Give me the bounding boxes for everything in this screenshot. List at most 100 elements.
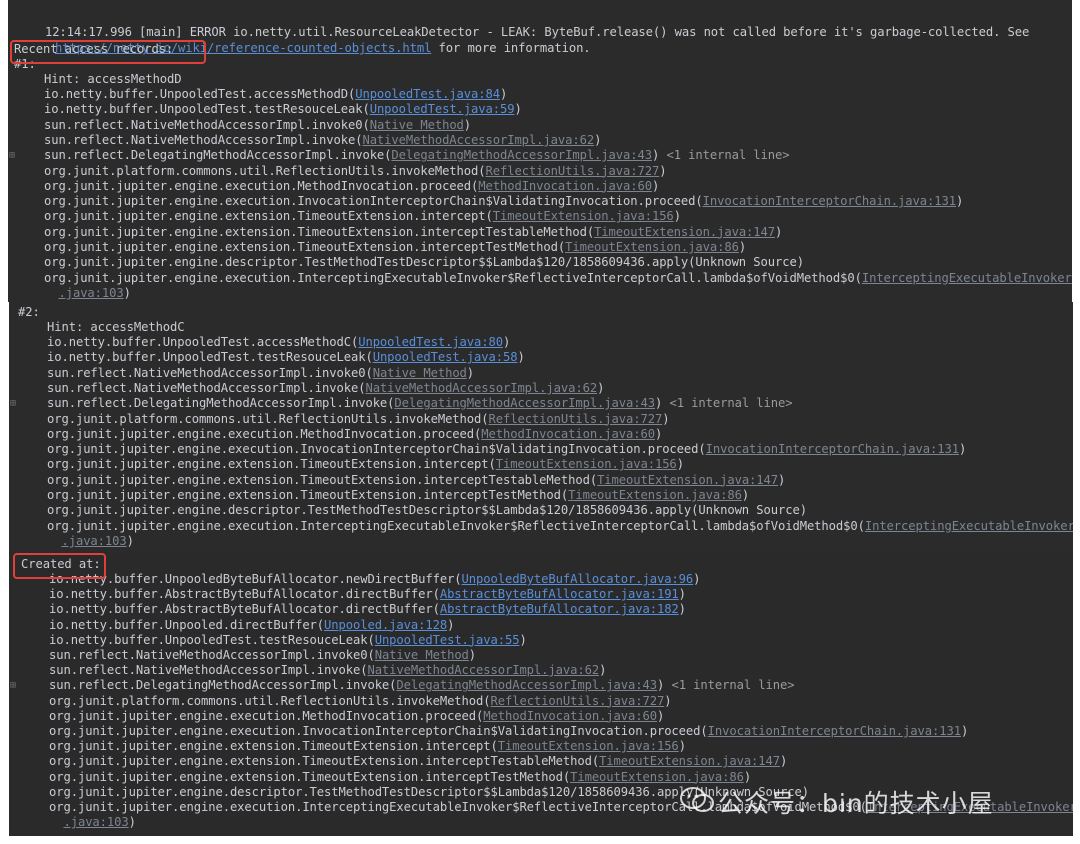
source-file-link[interactable]: MethodInvocation.java:60 [483,709,657,723]
expand-fold-icon[interactable]: ⊞ [9,148,15,163]
stack-frame-method: io.netty.buffer.UnpooledTest.testResouce… [47,350,373,365]
source-file-link[interactable]: UnpooledTest.java:58 [373,350,518,364]
stack-frame-method: org.junit.jupiter.engine.execution.Metho… [49,708,484,723]
source-file-link[interactable]: .java:103 [61,534,126,548]
source-file-link[interactable]: ReflectionUtils.java:727 [486,164,660,178]
stack-frame-method: org.junit.jupiter.engine.extension.Timeo… [47,488,569,502]
source-file-link[interactable]: ReflectionUtils.java:727 [489,412,663,426]
source-file-link[interactable]: AbstractByteBufAllocator.java:182 [440,602,679,616]
stack-frame-suffix: ) [599,663,607,678]
watermark-text: 公众号：bin的技术小屋 [718,789,994,818]
stack-frame-line: ⊞ sun.reflect.DelegatingMethodAccessorImp… [10,396,793,411]
stack-frame-line: org.junit.platform.commons.util.Reflecti… [47,412,670,427]
stack-frame-method: io.netty.buffer.UnpooledTest.testResouce… [44,102,370,117]
expand-fold-icon[interactable]: ⊞ [10,396,16,411]
stack-frame-suffix: ) [519,632,527,647]
source-file-link[interactable]: Unpooled.java:128 [324,618,447,632]
stack-frame-method: org.junit.platform.commons.util.Reflecti… [49,693,491,708]
stack-frame-suffix: ) [659,163,667,178]
source-file-link[interactable]: InvocationInterceptorChain.java:131 [706,442,959,456]
source-file-link[interactable]: MethodInvocation.java:60 [481,427,655,441]
stack-frame-line: io.netty.buffer.UnpooledByteBufAllocator… [49,572,701,587]
stack-frame-method: io.netty.buffer.Unpooled.directBuffer( [49,617,325,632]
source-file-link[interactable]: .java:103 [58,286,123,300]
source-file-link[interactable]: TimeoutExtension.java:156 [496,457,677,471]
internal-line-hint[interactable]: <1 internal line> [662,396,792,410]
stack-frame-suffix: ) [499,87,508,101]
stack-frame-suffix: ) [741,488,750,502]
expand-fold-icon[interactable]: ⊞ [10,678,16,693]
source-file-link[interactable]: TimeoutExtension.java:147 [599,754,780,768]
stack-frame-suffix: ) [594,132,602,147]
internal-line-hint[interactable]: <1 internal line> [659,148,789,162]
stack-frame-line: org.junit.platform.commons.util.Reflecti… [49,693,672,709]
stack-frame-method: org.junit.jupiter.engine.extension.Timeo… [44,240,566,254]
stack-frame-line: ⊞ sun.reflect.DelegatingMethodAccessorImp… [9,148,790,163]
source-file-link[interactable]: UnpooledTest.java:55 [375,633,520,647]
stack-frame-suffix: ) [468,648,477,662]
stack-frame-suffix: ) [693,572,701,586]
source-file-link[interactable]: TimeoutExtension.java:86 [568,488,742,502]
source-file-link[interactable]: InterceptingExecutableInvoker [865,519,1073,533]
source-file-link[interactable]: Native Method [375,648,469,662]
source-file-link[interactable]: InterceptingExecutableInvoker [862,271,1072,285]
stack-frame-line: io.netty.buffer.AbstractByteBufAllocator… [49,587,686,602]
internal-line-hint[interactable]: <1 internal line> [664,678,794,692]
stack-frame-line: org.junit.jupiter.engine.descriptor.Test… [47,503,807,518]
stack-frame-line: org.junit.jupiter.engine.extension.Timeo… [47,488,749,503]
recent-access-label: Recent access records: [14,42,174,56]
stack-frame-method: org.junit.jupiter.engine.extension.Timeo… [44,224,595,239]
stack-frame-method: org.junit.jupiter.engine.extension.Timeo… [49,754,600,769]
stack-frame-line: org.junit.jupiter.engine.execution.Inter… [44,271,1072,286]
stack-frame-suffix: ) [123,285,131,300]
stack-frame-line: io.netty.buffer.Unpooled.directBuffer(Un… [49,618,454,633]
stack-frame-line: .java:103) [47,534,133,549]
stack-frame-line: io.netty.buffer.UnpooledTest.testResouce… [47,350,525,365]
source-file-link[interactable]: InvocationInterceptorChain.java:131 [708,724,961,738]
stack-frame-suffix: ) [447,617,455,632]
source-file-link[interactable]: DelegatingMethodAccessorImpl.java:43 [391,148,652,162]
stack-frame-line: org.junit.jupiter.engine.execution.Metho… [44,179,659,194]
stack-frame-suffix: ) [678,602,686,617]
stack-frame-line: org.junit.jupiter.engine.execution.Invoc… [49,724,968,739]
source-file-link[interactable]: NativeMethodAccessorImpl.java:62 [367,663,599,677]
source-file-link[interactable]: UnpooledByteBufAllocator.java:96 [462,572,694,586]
source-file-link[interactable]: TimeoutExtension.java:147 [597,473,778,487]
stack-frame-line: org.junit.jupiter.engine.execution.Metho… [47,427,662,442]
source-file-link[interactable]: NativeMethodAccessorImpl.java:62 [365,381,597,395]
source-file-link[interactable]: NativeMethodAccessorImpl.java:62 [362,133,594,147]
source-file-link[interactable]: TimeoutExtension.java:156 [493,209,674,223]
stack-frame-method: io.netty.buffer.UnpooledByteBufAllocator… [49,572,462,586]
source-file-link[interactable]: ReflectionUtils.java:727 [491,694,665,708]
stack-frame-method: org.junit.jupiter.engine.extension.Timeo… [49,739,498,754]
source-file-link[interactable]: DelegatingMethodAccessorImpl.java:43 [396,678,657,692]
source-file-link[interactable]: DelegatingMethodAccessorImpl.java:43 [394,396,655,410]
source-file-link[interactable]: Native Method [370,118,464,132]
source-file-link[interactable]: UnpooledTest.java:80 [358,335,503,349]
source-file-link[interactable]: MethodInvocation.java:60 [478,179,652,193]
stack-frame-method: org.junit.jupiter.engine.extension.Timeo… [49,769,571,784]
source-file-link[interactable]: InvocationInterceptorChain.java:131 [703,194,956,208]
stack-frame-suffix: ) [502,335,511,349]
source-file-link[interactable]: AbstractByteBufAllocator.java:191 [440,587,679,601]
stack-frame-method: org.junit.jupiter.engine.execution.Metho… [44,178,479,193]
source-file-link[interactable]: UnpooledTest.java:84 [355,87,500,101]
source-file-link[interactable]: .java:103 [63,815,128,829]
stack-frame-method [44,286,58,300]
stack-frame-suffix: ) [656,708,665,723]
stack-frame-method: org.junit.jupiter.engine.descriptor.Test… [44,255,804,270]
stack-frame-line: org.junit.jupiter.engine.extension.Timeo… [44,209,681,224]
created-at-label: Created at: [21,557,101,571]
source-file-link[interactable]: TimeoutExtension.java:86 [570,770,744,784]
source-file-link[interactable]: TimeoutExtension.java:156 [498,739,679,753]
source-file-link[interactable]: UnpooledTest.java:59 [370,102,515,116]
stack-frame-line: org.junit.jupiter.engine.extension.Timeo… [49,739,686,754]
source-file-link[interactable]: TimeoutExtension.java:86 [565,240,739,254]
source-file-link[interactable]: TimeoutExtension.java:147 [594,225,775,239]
stack-frame-suffix: ) [128,815,136,830]
stack-frame-suffix: ) [463,117,472,132]
stack-frame-method: io.netty.buffer.UnpooledTest.testResouce… [49,632,375,647]
stack-frame-line: .java:103) [49,815,136,830]
source-file-link[interactable]: Native Method [373,366,467,380]
wiki-link-suffix: for more information. [431,41,591,55]
